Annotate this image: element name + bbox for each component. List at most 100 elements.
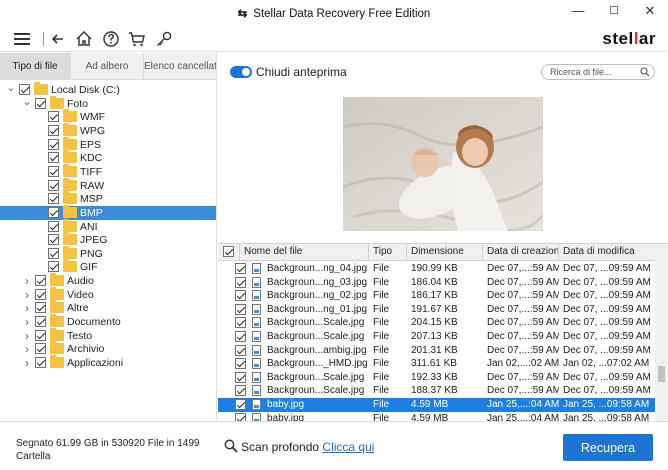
tree-item[interactable]: WMF <box>0 109 216 124</box>
minimize-button[interactable]: — <box>560 0 596 24</box>
tree-item-checkbox[interactable] <box>48 220 59 232</box>
table-row[interactable]: Backgroun...Scale.jpg File 192.33 KB Dec 07… <box>218 371 655 385</box>
table-row[interactable]: baby.jpg File 4.59 MB Jan 25,...:04 AM Jan 2… <box>218 398 655 412</box>
tree-item[interactable]: ANI <box>0 218 216 234</box>
maximize-button[interactable]: ☐ <box>596 0 632 24</box>
tree-item-checkbox[interactable] <box>35 316 46 328</box>
search-icon[interactable] <box>640 67 650 77</box>
table-row[interactable]: Backgroun...Scale.jpg File 188.37 KB Dec 07… <box>218 384 655 398</box>
tree-item[interactable]: EPS <box>0 136 216 152</box>
column-header-modified[interactable]: Data di modifica <box>559 244 655 261</box>
table-row[interactable]: Backgroun...Scale.jpg File 207.13 KB Dec 07… <box>218 330 655 344</box>
table-row[interactable]: Backgroun..._HMD.jpg File 311.61 KB Jan 02,… <box>218 357 655 371</box>
tree-item[interactable]: RAW <box>0 177 216 193</box>
tree-item[interactable]: BMP <box>0 204 216 220</box>
table-row[interactable]: Backgroun...Scale.jpg File 204.15 KB Dec 07… <box>218 316 655 330</box>
expand-chevron-icon[interactable]: › <box>22 275 32 287</box>
tree-item[interactable]: › Archivio <box>0 341 216 356</box>
row-checkbox[interactable] <box>235 358 246 370</box>
row-checkbox[interactable] <box>235 303 246 315</box>
close-button[interactable]: ✕ <box>632 0 668 24</box>
tree-item[interactable]: › Video <box>0 286 216 302</box>
expand-chevron-icon[interactable]: › <box>22 316 32 328</box>
tree-item-checkbox[interactable] <box>48 261 59 273</box>
column-header-type[interactable]: Tipo <box>369 244 407 261</box>
tree-item[interactable]: › Audio <box>0 273 216 288</box>
tab-tree-view[interactable]: Ad albero <box>71 53 144 80</box>
key-icon[interactable] <box>154 29 174 49</box>
tree-item-checkbox[interactable] <box>35 329 46 341</box>
column-header-created[interactable]: Data di creazione <box>483 244 559 261</box>
tree-item[interactable]: KDC <box>0 150 216 165</box>
row-checkbox[interactable] <box>235 276 246 288</box>
home-icon[interactable] <box>74 29 94 49</box>
tree-item-checkbox[interactable] <box>48 247 59 259</box>
tab-file-type[interactable]: Tipo di file <box>0 53 71 80</box>
tree-item-label: JPEG <box>80 234 108 247</box>
tree-item-checkbox[interactable] <box>35 343 46 355</box>
tree-item-checkbox[interactable] <box>48 193 59 205</box>
table-scrollbar-thumb[interactable] <box>658 366 665 382</box>
tree-item-checkbox[interactable] <box>35 97 46 109</box>
tree-item[interactable]: ⌄ Local Disk (C:) <box>0 82 216 97</box>
row-checkbox[interactable] <box>235 344 246 356</box>
expand-chevron-icon[interactable]: › <box>22 289 32 301</box>
tree-item-checkbox[interactable] <box>48 234 59 246</box>
tree-item[interactable]: › Testo <box>0 327 216 343</box>
expand-chevron-icon[interactable]: › <box>22 357 32 369</box>
tree-item-checkbox[interactable] <box>48 138 59 150</box>
expand-chevron-icon[interactable]: › <box>22 330 32 342</box>
tree-item-checkbox[interactable] <box>35 357 46 368</box>
tree-item[interactable]: PNG <box>0 245 216 261</box>
row-checkbox[interactable] <box>235 371 246 383</box>
tree-item[interactable]: ⌄ Foto <box>0 95 216 111</box>
collapse-chevron-icon[interactable]: ⌄ <box>22 96 32 110</box>
column-header-name[interactable]: Nome del file <box>240 244 369 261</box>
tree-item-checkbox[interactable] <box>48 152 59 164</box>
header-select-all[interactable] <box>218 244 240 261</box>
back-icon[interactable] <box>48 29 68 49</box>
deep-scan-link[interactable]: Clicca qui <box>322 440 374 454</box>
preview-toggle[interactable] <box>230 66 252 78</box>
tree-item[interactable]: › Applicazioni <box>0 355 216 370</box>
cart-icon[interactable] <box>127 29 147 49</box>
row-checkbox[interactable] <box>235 385 246 397</box>
row-checkbox[interactable] <box>235 399 246 410</box>
menu-icon[interactable] <box>12 29 32 49</box>
tree-item[interactable]: GIF <box>0 259 216 274</box>
row-checkbox[interactable] <box>235 290 246 302</box>
help-icon[interactable] <box>101 29 121 49</box>
row-checkbox[interactable] <box>235 331 246 342</box>
search-input[interactable] <box>541 64 655 80</box>
tree-item[interactable]: TIFF <box>0 163 216 179</box>
tree-item-checkbox[interactable] <box>35 275 46 287</box>
row-checkbox[interactable] <box>235 263 246 274</box>
row-checkbox[interactable] <box>235 317 246 329</box>
table-row[interactable]: Backgroun...ambig.jpg File 201.31 KB Dec 07… <box>218 344 655 358</box>
tree-item[interactable]: › Altre <box>0 300 216 315</box>
tree-item-checkbox[interactable] <box>48 179 59 191</box>
tree-item-checkbox[interactable] <box>35 302 46 314</box>
tree-item-checkbox[interactable] <box>48 111 59 123</box>
tree-item-checkbox[interactable] <box>48 124 59 136</box>
column-header-size[interactable]: Dimensione <box>407 244 483 261</box>
table-scrollbar[interactable] <box>655 244 668 422</box>
tree-item[interactable]: MSP <box>0 191 216 206</box>
table-row[interactable]: Backgroun...ng_02.jpg File 186.17 KB Dec 07… <box>218 289 655 303</box>
tree-item[interactable]: › Documento <box>0 314 216 329</box>
tree-item-checkbox[interactable] <box>19 84 30 95</box>
tree-item[interactable]: WPG <box>0 122 216 138</box>
expand-chevron-icon[interactable]: › <box>22 343 32 355</box>
tree-item-checkbox[interactable] <box>35 288 46 300</box>
table-row[interactable]: Backgroun...ng_01.jpg File 191.67 KB Dec 07… <box>218 303 655 317</box>
table-row[interactable]: Backgroun...ng_03.jpg File 186.04 KB Dec 07… <box>218 276 655 290</box>
tree-item-checkbox[interactable] <box>48 206 59 218</box>
table-row[interactable]: Backgroun...ng_04.jpg File 190.99 KB Dec 07… <box>218 262 655 276</box>
collapse-chevron-icon[interactable]: ⌄ <box>6 83 16 96</box>
expand-chevron-icon[interactable]: › <box>22 302 32 314</box>
select-all-checkbox[interactable] <box>223 246 234 257</box>
recover-button[interactable]: Recupera <box>563 434 653 461</box>
tree-item[interactable]: JPEG <box>0 232 216 247</box>
tab-deleted-list[interactable]: Elenco cancellato <box>144 53 217 80</box>
tree-item-checkbox[interactable] <box>48 165 59 177</box>
